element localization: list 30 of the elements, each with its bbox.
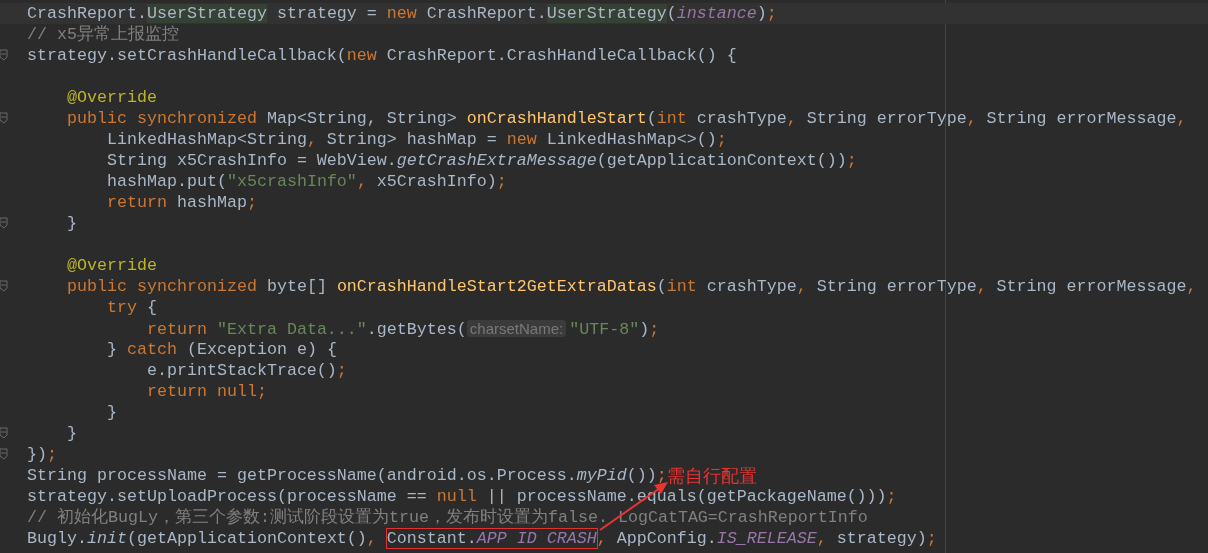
code-line: e.printStackTrace(); xyxy=(145,360,347,381)
code-line: strategy.setCrashHandleCallback(new CrashReport.CrashHandleCallback() { xyxy=(27,45,737,66)
code-line: String x5CrashInfo = WebView.getCrashExtraMessage(getApplicationContext()); xyxy=(105,150,857,171)
annotation-note: 需自行配置 xyxy=(666,465,757,486)
code-line: } xyxy=(65,213,77,234)
code-line: return hashMap; xyxy=(105,192,257,213)
code-line: // x5异常上报监控 xyxy=(27,24,179,45)
code-line: String processName = getProcessName(android.os.Process.myPid()); xyxy=(27,465,667,486)
fold-icon[interactable] xyxy=(0,448,8,460)
fold-icon[interactable] xyxy=(0,280,8,292)
code-line: @Override xyxy=(65,255,157,276)
fold-icon[interactable] xyxy=(0,217,8,229)
code-line: try { xyxy=(105,297,157,318)
code-line: return null; xyxy=(145,381,267,402)
fold-icon[interactable] xyxy=(0,427,8,439)
fold-icon[interactable] xyxy=(0,49,8,61)
code-line: CrashReport.UserStrategy strategy = new CrashReport.UserStrategy(instance); xyxy=(27,3,777,24)
code-line: } catch (Exception e) { xyxy=(105,339,337,360)
code-line: Bugly.init(getApplicationContext(), Constant.APP ID CRASH, AppConfig.IS_RELEASE, strategy); xyxy=(27,528,937,549)
code-line: return "Extra Data...".getBytes( charsetName: "UTF-8"); xyxy=(145,318,660,340)
code-line: }); xyxy=(27,444,57,465)
code-line: hashMap.put("x5crashInfo", x5CrashInfo); xyxy=(105,171,507,192)
code-line: LinkedHashMap<String, String> hashMap = new LinkedHashMap<>(); xyxy=(105,129,727,150)
code-line: } xyxy=(65,423,77,444)
code-line: } xyxy=(105,402,117,423)
code-line: // 初始化BugLy，第三个参数:测试阶段设置为true，发布时设置为false. LogCatTAG=CrashReportInfo xyxy=(27,507,868,528)
code-line: public synchronized Map<String, String> onCrashHandleStart(int crashType, String errorType, String errorMessage, xyxy=(65,108,1187,129)
code-line: public synchronized byte[] onCrashHandleStart2GetExtraDatas(int crashType, String errorType, String errorMessage, xyxy=(65,276,1197,297)
fold-icon[interactable] xyxy=(0,112,8,124)
code-line: @Override xyxy=(65,87,157,108)
